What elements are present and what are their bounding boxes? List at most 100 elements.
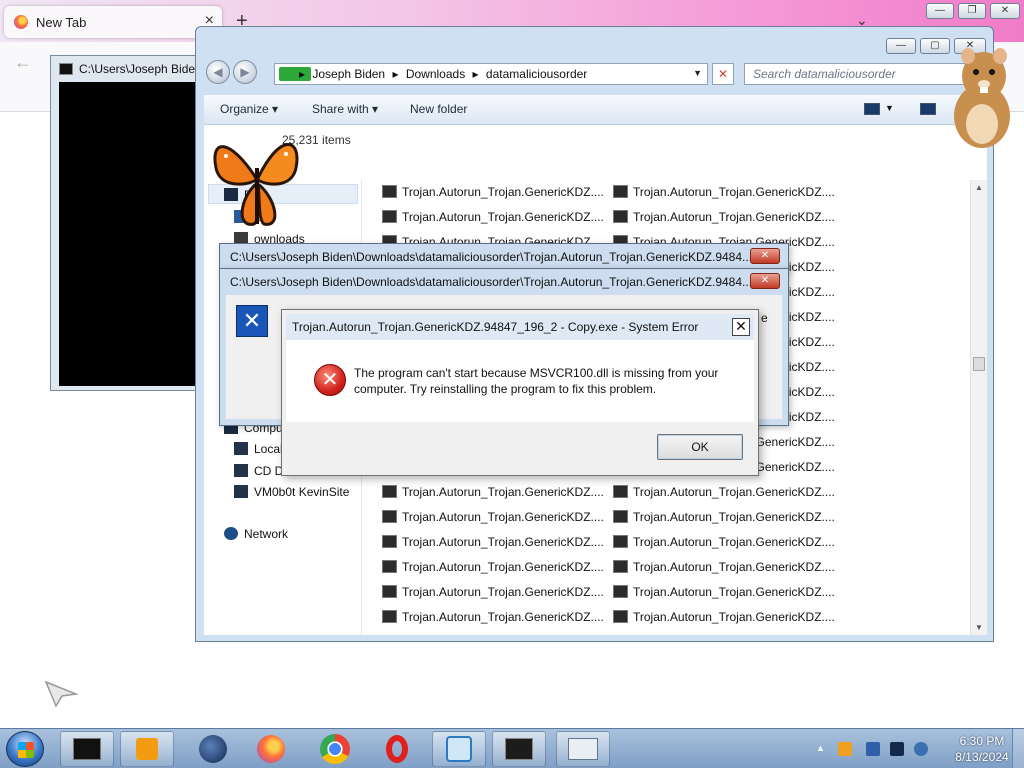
dialog-title-bar: Trojan.Autorun_Trojan.GenericKDZ.94847_1… xyxy=(286,314,754,340)
breadcrumb-downloads[interactable]: Downloads xyxy=(406,67,465,81)
browser-minimize-button[interactable]: — xyxy=(926,3,954,19)
breadcrumb: ▸ Joseph Biden ▸ Downloads ▸ datamalicio… xyxy=(299,67,591,81)
file-item[interactable]: Trojan.Autorun_Trojan.GenericKDZ.... xyxy=(613,180,843,205)
exe-file-icon xyxy=(613,560,628,573)
file-item[interactable]: Trojan.Autorun_Trojan.GenericKDZ.... xyxy=(613,205,843,230)
tab-title: New Tab xyxy=(36,15,87,30)
terminal-taskbar-button[interactable] xyxy=(492,731,546,767)
nav-item-network[interactable]: Network xyxy=(224,527,288,541)
browser-close-button[interactable]: ✕ xyxy=(990,3,1020,19)
share-with-button[interactable]: Share with ▾ xyxy=(312,102,378,116)
chrome-icon xyxy=(320,734,350,764)
scroll-thumb[interactable] xyxy=(973,357,985,371)
address-bar[interactable]: ▸ Joseph Biden ▸ Downloads ▸ datamalicio… xyxy=(274,63,708,85)
butterfly-icon xyxy=(213,143,299,226)
nav-item-cd-drive[interactable]: CD D xyxy=(234,464,283,478)
address-dropdown-icon[interactable]: ▼ xyxy=(693,68,702,78)
file-name: Trojan.Autorun_Trojan.GenericKDZ.... xyxy=(402,585,604,599)
exe-file-icon xyxy=(382,585,397,598)
warning-tray-icon[interactable] xyxy=(838,742,852,756)
breadcrumb-datamaliciousorder[interactable]: datamaliciousorder xyxy=(486,67,587,81)
error-window-front-close-button[interactable]: ✕ xyxy=(750,273,780,289)
file-name: Trojan.Autorun_Trojan.GenericKDZ.... xyxy=(402,185,604,199)
cmd-window-title: C:\Users\Joseph Biden xyxy=(79,62,202,76)
view-options-icon[interactable] xyxy=(864,103,880,115)
opera-taskbar-button[interactable] xyxy=(370,731,424,767)
exe-file-icon xyxy=(382,210,397,223)
firefox-icon xyxy=(14,15,28,29)
error-x-icon: ✕ xyxy=(236,305,268,337)
firefox-taskbar-button[interactable] xyxy=(244,731,298,767)
nav-item-local-disk[interactable]: Local xyxy=(234,442,283,456)
file-item[interactable]: Trojan.Autorun_Trojan.GenericKDZ.... xyxy=(382,205,612,230)
new-folder-button[interactable]: New folder xyxy=(410,102,467,116)
chrome-taskbar-button[interactable] xyxy=(308,731,362,767)
view-dropdown-icon[interactable]: ▼ xyxy=(885,103,894,113)
cmd-icon xyxy=(59,63,73,75)
vertical-scrollbar[interactable]: ▲ ▼ xyxy=(970,180,987,635)
file-name: Trojan.Autorun_Trojan.GenericKDZ.... xyxy=(402,510,604,524)
exe-file-icon xyxy=(382,610,397,623)
file-item[interactable]: Trojan.Autorun_Trojan.GenericKDZ.... xyxy=(613,480,843,505)
organize-button[interactable]: Organize ▾ xyxy=(220,102,278,116)
preview-pane-icon[interactable] xyxy=(920,103,936,115)
update-tray-icon[interactable] xyxy=(866,742,880,756)
cmd-taskbar-button[interactable] xyxy=(60,731,114,767)
tor-taskbar-button[interactable] xyxy=(186,731,240,767)
clock-time[interactable]: 6:30 PM xyxy=(950,734,1014,748)
exe-file-icon xyxy=(613,585,628,598)
volume-tray-icon[interactable] xyxy=(914,742,928,756)
magnifier-icon xyxy=(446,736,472,762)
breadcrumb-joseph-biden[interactable]: Joseph Biden xyxy=(312,67,385,81)
file-name: Trojan.Autorun_Trojan.GenericKDZ.... xyxy=(402,210,604,224)
browser-maximize-button[interactable]: ❐ xyxy=(958,3,986,19)
file-item[interactable]: Trojan.Autorun_Trojan.GenericKDZ.... xyxy=(382,555,612,580)
tray-expand-icon[interactable]: ▲ xyxy=(816,743,825,753)
error-window-back-close-button[interactable]: ✕ xyxy=(750,248,780,264)
error-message: The program can't start because MSVCR100… xyxy=(354,366,719,396)
show-desktop-button[interactable] xyxy=(1012,729,1024,768)
file-item[interactable]: Trojan.Autorun_Trojan.GenericKDZ.... xyxy=(613,555,843,580)
file-item[interactable]: Trojan.Autorun_Trojan.GenericKDZ.... xyxy=(382,605,612,630)
file-item[interactable]: Trojan.Autorun_Trojan.GenericKDZ.... xyxy=(613,605,843,630)
system-error-dialog[interactable]: Trojan.Autorun_Trojan.GenericKDZ.94847_1… xyxy=(281,309,759,476)
error-icon: ✕ xyxy=(314,364,346,396)
breadcrumb-separator: ▸ xyxy=(472,67,479,81)
file-name: Trojan.Autorun_Trojan.GenericKDZ.... xyxy=(633,510,835,524)
terminal-icon xyxy=(505,738,533,760)
opera-icon xyxy=(386,735,408,763)
mouse-cursor-icon xyxy=(44,680,78,708)
network-tray-icon[interactable] xyxy=(890,742,904,756)
explorer-taskbar-button[interactable] xyxy=(556,731,610,767)
file-item[interactable]: Trojan.Autorun_Trojan.GenericKDZ.... xyxy=(613,530,843,555)
cmd-icon xyxy=(73,738,101,760)
media-player-taskbar-button[interactable] xyxy=(120,731,174,767)
file-item[interactable]: Trojan.Autorun_Trojan.GenericKDZ.... xyxy=(382,505,612,530)
file-item[interactable]: Trojan.Autorun_Trojan.GenericKDZ.... xyxy=(382,180,612,205)
explorer-minimize-button[interactable]: — xyxy=(886,38,916,54)
clock-date[interactable]: 8/13/2024 xyxy=(950,750,1014,764)
dialog-close-button[interactable]: ✕ xyxy=(732,318,750,336)
scroll-down-icon[interactable]: ▼ xyxy=(975,623,983,632)
exe-file-icon xyxy=(382,535,397,548)
forward-button[interactable]: ▶ xyxy=(233,60,257,84)
file-item[interactable]: Trojan.Autorun_Trojan.GenericKDZ.... xyxy=(613,505,843,530)
tor-icon xyxy=(199,735,227,763)
scroll-up-icon[interactable]: ▲ xyxy=(975,183,983,192)
ok-button[interactable]: OK xyxy=(657,434,743,460)
address-clear-button[interactable]: ✕ xyxy=(712,63,734,85)
file-item[interactable]: Trojan.Autorun_Trojan.GenericKDZ.... xyxy=(382,480,612,505)
browser-tab-new-tab[interactable]: New Tab × xyxy=(4,6,222,38)
file-name: Trojan.Autorun_Trojan.GenericKDZ.... xyxy=(633,560,835,574)
back-button[interactable]: ◀ xyxy=(206,60,230,84)
search-taskbar-button[interactable] xyxy=(432,731,486,767)
back-arrow-icon[interactable]: ← xyxy=(14,52,32,73)
file-name: Trojan.Autorun_Trojan.GenericKDZ.... xyxy=(633,610,835,624)
file-item[interactable]: Trojan.Autorun_Trojan.GenericKDZ.... xyxy=(613,580,843,605)
taskbar: ▲ 6:30 PM 8/13/2024 xyxy=(0,728,1024,768)
file-item[interactable]: Trojan.Autorun_Trojan.GenericKDZ.... xyxy=(382,580,612,605)
breadcrumb-separator: ▸ xyxy=(392,67,399,81)
nav-item-vm0b0t-kevinsite[interactable]: VM0b0t KevinSite xyxy=(234,485,349,499)
start-button[interactable] xyxy=(6,731,44,767)
file-item[interactable]: Trojan.Autorun_Trojan.GenericKDZ.... xyxy=(382,530,612,555)
